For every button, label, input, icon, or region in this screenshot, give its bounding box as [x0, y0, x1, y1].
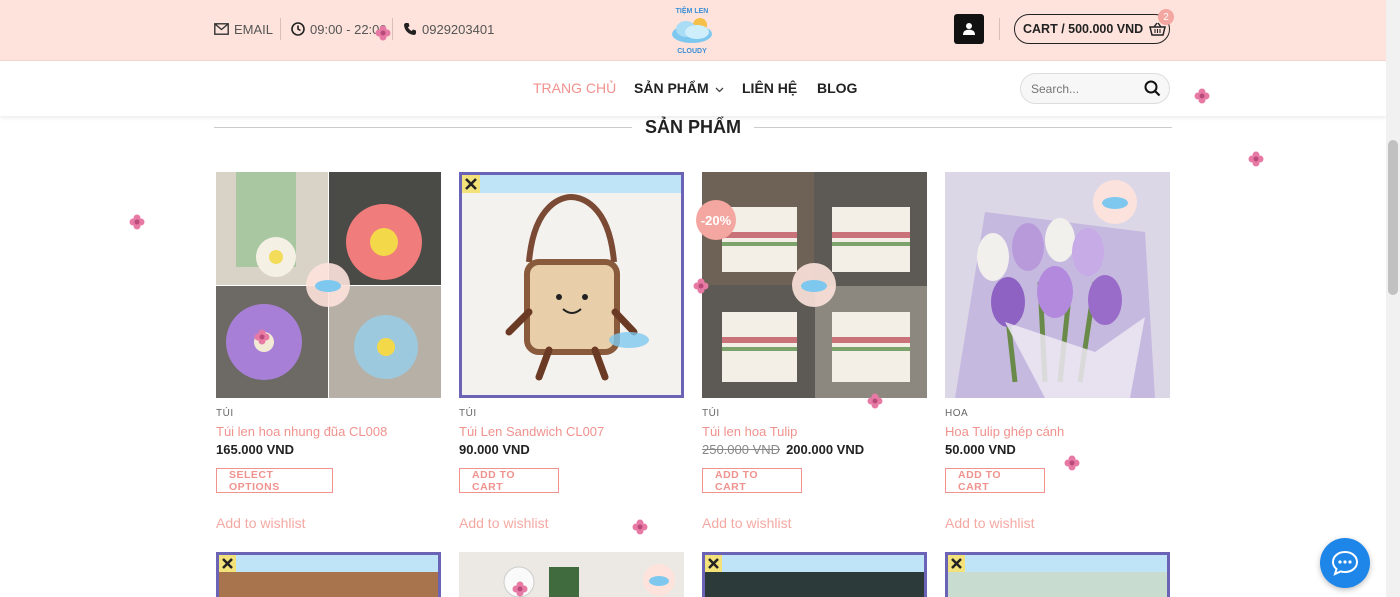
sale-badge: -20%: [696, 200, 736, 240]
product-photo-tulip-bag: [702, 172, 927, 398]
svg-text:TIỆM LEN: TIỆM LEN: [676, 6, 709, 15]
divider: [280, 18, 281, 40]
add-to-wishlist-link[interactable]: Add to wishlist: [945, 515, 1034, 531]
envelope-icon: [214, 23, 229, 35]
product-image[interactable]: -20%: [696, 172, 927, 398]
product-image[interactable]: [459, 552, 684, 597]
select-options-button[interactable]: SELECT OPTIONS: [216, 468, 333, 493]
user-icon: [963, 23, 975, 35]
add-to-cart-button[interactable]: ADD TO CART: [459, 468, 559, 493]
hours: 09:00 - 22:00: [291, 20, 387, 38]
search-icon[interactable]: [1144, 80, 1161, 97]
top-bar: EMAIL 09:00 - 22:00 0929203401 TIỆM LEN …: [0, 0, 1386, 61]
product-image[interactable]: [216, 172, 441, 398]
flower-icon: [1194, 88, 1210, 104]
add-to-cart-button[interactable]: ADD TO CART: [702, 468, 802, 493]
flower-icon: [254, 329, 270, 345]
add-to-wishlist-link[interactable]: Add to wishlist: [459, 515, 548, 531]
nav-item-contact[interactable]: LIÊN HỆ: [742, 80, 797, 96]
flower-icon: [129, 214, 145, 230]
flower-icon: [693, 278, 709, 294]
add-to-wishlist-link[interactable]: Add to wishlist: [216, 515, 305, 531]
main-nav: TRANG CHỦ SẢN PHẨM LIÊN HỆ BLOG: [0, 61, 1386, 116]
phone-number: 0929203401: [422, 21, 495, 37]
product-category: TÚI: [702, 408, 720, 419]
nav-item-blog[interactable]: BLOG: [817, 80, 857, 96]
product-photo: [459, 552, 684, 597]
product-card[interactable]: -20% TÚI Túi len hoa Tulip 250.000 VND 20…: [696, 172, 927, 531]
cart-label: CART / 500.000 VND: [1023, 22, 1144, 36]
search-box: [1020, 73, 1170, 104]
product-photo-flower-bag: [216, 172, 441, 398]
flower-icon: [512, 581, 528, 597]
phone-icon: [404, 23, 416, 35]
product-category: TÚI: [216, 408, 234, 419]
nav-item-products-label: SẢN PHẨM: [634, 80, 709, 96]
flower-icon: [375, 25, 391, 41]
product-image[interactable]: [702, 552, 927, 597]
cart-count-badge: 2: [1158, 9, 1174, 25]
chat-bubble-icon: [1331, 550, 1359, 576]
product-photo: [945, 552, 1170, 597]
svg-text:CLOUDY: CLOUDY: [677, 48, 707, 55]
product-image[interactable]: [945, 552, 1170, 597]
flower-icon: [1248, 151, 1264, 167]
flower-icon: [867, 393, 883, 409]
old-price: 250.000 VND: [702, 442, 781, 457]
flower-icon: [1064, 455, 1080, 471]
product-card[interactable]: TÚI Túi Len Sandwich CL007 90.000 VND AD…: [459, 172, 684, 531]
product-photo: [216, 552, 441, 597]
account-button[interactable]: [954, 14, 984, 44]
product-photo-sandwich-bag: [459, 172, 684, 398]
add-to-cart-button[interactable]: ADD TO CART: [945, 468, 1045, 493]
product-name[interactable]: Túi len hoa Tulip: [702, 424, 797, 439]
cloudy-logo[interactable]: TIỆM LEN CLOUDY: [664, 3, 720, 57]
product-image[interactable]: [945, 172, 1170, 398]
section-heading: SẢN PHẨM: [214, 117, 1172, 139]
cart-button[interactable]: CART / 500.000 VND: [1014, 14, 1170, 44]
product-photo: [702, 552, 927, 597]
phone-link[interactable]: 0929203401: [403, 20, 494, 38]
email-label: EMAIL: [234, 21, 274, 37]
add-to-wishlist-link[interactable]: Add to wishlist: [702, 515, 791, 531]
divider: [392, 18, 393, 40]
flower-icon: [632, 519, 648, 535]
product-name[interactable]: Hoa Tulip ghép cánh: [945, 424, 1064, 439]
email-link[interactable]: EMAIL: [214, 20, 273, 38]
product-price: 250.000 VND 200.000 VND: [702, 442, 864, 457]
product-card[interactable]: TÚI Túi len hoa nhung đũa CL008 165.000 …: [216, 172, 441, 531]
chevron-down-icon: [715, 87, 724, 93]
divider-line: [754, 127, 1172, 128]
product-price: 165.000 VND: [216, 442, 295, 457]
product-price: 90.000 VND: [459, 442, 530, 457]
search-input[interactable]: [1031, 81, 1141, 96]
product-card[interactable]: HOA Hoa Tulip ghép cánh 50.000 VND ADD T…: [945, 172, 1170, 531]
product-name[interactable]: Túi len hoa nhung đũa CL008: [216, 424, 387, 439]
scrollbar-thumb[interactable]: [1388, 140, 1398, 295]
divider: [999, 18, 1000, 40]
nav-item-home[interactable]: TRANG CHỦ: [533, 80, 616, 96]
product-photo-tulip-bouquet: [945, 172, 1170, 398]
product-name[interactable]: Túi Len Sandwich CL007: [459, 424, 604, 439]
sale-price: 200.000 VND: [786, 442, 865, 457]
product-category: HOA: [945, 408, 969, 419]
product-image[interactable]: [459, 172, 684, 398]
product-image[interactable]: [216, 552, 441, 597]
scrollbar-track[interactable]: [1386, 0, 1400, 597]
product-price: 50.000 VND: [945, 442, 1016, 457]
product-category: TÚI: [459, 408, 477, 419]
nav-item-products[interactable]: SẢN PHẨM: [634, 80, 724, 96]
chat-button[interactable]: [1320, 538, 1370, 588]
clock-icon: [291, 22, 305, 36]
